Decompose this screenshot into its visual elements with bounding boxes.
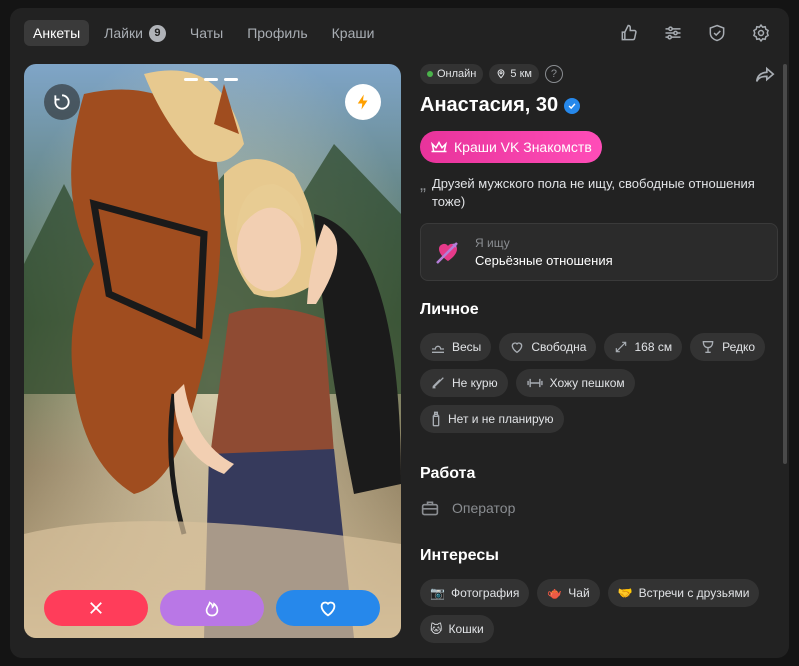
tab-profile[interactable]: Профиль [238,20,316,46]
status-row: Онлайн 5 км ? [420,64,778,84]
interest-friends: 🤝 Встречи с друзьями [607,579,760,607]
photo-illustration [24,64,401,638]
gear-icon[interactable] [747,21,775,45]
bio: „ Друзей мужского пола не ищу, свободные… [420,174,755,209]
seeking-label: Я ищу [475,236,510,250]
seeking-text: Я ищу Серьёзные отношения [475,236,613,268]
interest-tea: 🫖 Чай [537,579,600,607]
tab-likes[interactable]: Лайки 9 [95,20,175,46]
personal-tags: Весы Свободна 168 см Редко Не курю Хожу … [420,333,778,433]
heart-outline-icon [511,342,523,354]
thumb-up-icon[interactable] [615,21,643,45]
personal-title: Личное [420,301,479,318]
interests-title: Интересы [420,547,499,564]
handshake-icon: 🤝 [617,586,633,600]
heart-arrow-icon [436,242,458,264]
wine-glass-icon [702,341,714,353]
scrollbar[interactable] [783,64,787,464]
work-title: Работа [420,465,476,482]
superlike-button[interactable] [160,590,264,626]
briefcase-icon [421,501,439,516]
share-button[interactable] [754,64,776,91]
tag-alcohol: Редко [690,333,766,361]
tag-children: Нет и не планирую [420,405,564,433]
online-dot-icon [427,71,433,77]
online-badge: Онлайн [420,64,484,84]
baby-bottle-icon [432,411,440,427]
dumbbell-icon [526,378,543,388]
tab-chats[interactable]: Чаты [181,20,232,46]
profile-name: Анастасия, 30 [420,94,559,116]
quote-icon: „ [420,174,426,194]
distance-badge: 5 км [489,64,539,84]
photo-indicator[interactable] [204,78,218,81]
dislike-button[interactable] [44,590,148,626]
heart-icon [320,601,336,617]
libra-icon [432,345,444,353]
camera-icon: 📷 [430,586,445,600]
fire-icon [205,601,219,617]
profile-photo[interactable] [24,64,401,638]
height-icon [616,341,627,353]
lightning-icon [357,94,368,110]
photo-indicator[interactable] [224,78,238,81]
boost-button[interactable] [345,84,381,120]
interest-cats: 🐱 Кошки [420,615,494,643]
like-button[interactable] [276,590,380,626]
interest-photography: 📷 Фотография [420,579,530,607]
tag-smoking: Не курю [420,369,508,397]
likes-count-badge: 9 [148,24,166,42]
help-icon[interactable]: ? [544,65,563,83]
photo-pagination [184,78,238,81]
tag-height: 168 см [604,333,683,361]
undo-button[interactable] [44,84,80,120]
interests-tags: 📷 Фотография 🫖 Чай 🤝 Встречи с друзьями … [420,579,778,643]
undo-icon [54,94,70,110]
app-window: Анкеты Лайки 9 Чаты Профиль Краши Онлайн… [10,8,789,658]
cat-icon: 🐱 [430,622,443,636]
shield-icon[interactable] [703,21,731,45]
photo-indicator[interactable] [184,78,198,81]
verified-icon [564,97,581,114]
seeking-card: Я ищу Серьёзные отношения [420,223,778,281]
profile-name-row: Анастасия, 30 [420,94,778,117]
top-nav: Анкеты Лайки 9 Чаты Профиль Краши [24,20,383,46]
swipe-actions [44,590,380,626]
share-icon [755,66,775,82]
tab-ankety[interactable]: Анкеты [24,20,90,46]
job-row: Оператор [420,499,778,517]
toolbar-icons [615,21,775,45]
teapot-icon: 🫖 [547,586,563,600]
tag-relationship: Свободна [499,333,597,361]
location-pin-icon [497,69,505,79]
filters-icon[interactable] [659,21,687,45]
no-smoking-icon [432,377,444,389]
tab-crushes[interactable]: Краши [323,20,384,46]
tag-sport: Хожу пешком [515,369,635,397]
crush-button[interactable]: Краши VK Знакомств [420,131,602,163]
crown-icon [431,140,447,153]
dislike-icon [90,602,102,614]
tag-zodiac: Весы [420,333,492,361]
seeking-value: Серьёзные отношения [475,253,613,268]
profile-info: Онлайн 5 км ? Анастасия, 30 Краши VK Зна… [420,64,778,643]
